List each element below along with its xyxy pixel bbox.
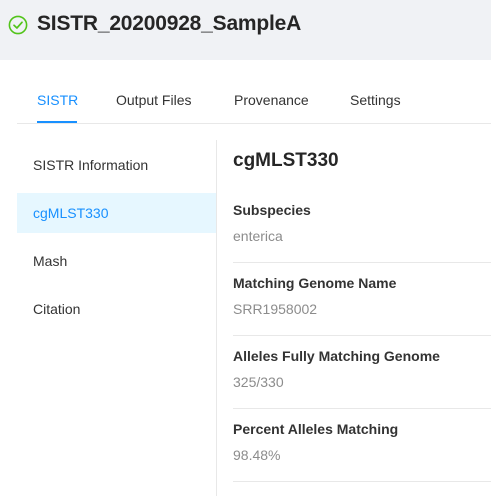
field-label: Subspecies — [233, 202, 311, 218]
check-circle-icon — [8, 15, 28, 35]
menu-item-citation[interactable]: Citation — [17, 289, 216, 329]
field-value: 98.48% — [233, 447, 281, 463]
section-title: cgMLST330 — [233, 150, 339, 171]
field-value: SRR1958002 — [233, 301, 318, 317]
tab-sistr[interactable]: SISTR — [37, 92, 78, 108]
field-subspecies: Subspecies enterica — [233, 190, 491, 263]
menu-item-cgmlst330[interactable]: cgMLST330 — [17, 193, 216, 233]
main-panel: SISTR Output Files Provenance Settings S… — [0, 60, 491, 496]
content-area: cgMLST330 Subspecies enterica Matching G… — [233, 140, 491, 496]
menu-item-sistr-information[interactable]: SISTR Information — [17, 145, 216, 185]
active-tab-indicator — [37, 121, 77, 123]
menu-item-mash[interactable]: Mash — [17, 241, 216, 281]
field-percent-alleles-matching: Percent Alleles Matching 98.48% — [233, 409, 491, 482]
field-label: Matching Genome Name — [233, 275, 397, 291]
tab-provenance[interactable]: Provenance — [234, 92, 309, 108]
page-title: SISTR_20200928_SampleA — [37, 12, 302, 35]
field-value: 325/330 — [233, 374, 284, 390]
field-matching-genome-name: Matching Genome Name SRR1958002 — [233, 263, 491, 336]
field-value: enterica — [233, 228, 283, 244]
side-menu: SISTR Information cgMLST330 Mash Citatio… — [17, 140, 217, 496]
page-header: SISTR_20200928_SampleA — [0, 0, 491, 60]
tab-output-files[interactable]: Output Files — [116, 92, 191, 108]
field-alleles-fully-matching-genome: Alleles Fully Matching Genome 325/330 — [233, 336, 491, 409]
field-label: Alleles Fully Matching Genome — [233, 348, 440, 364]
field-label: Percent Alleles Matching — [233, 421, 399, 437]
tab-bar: SISTR Output Files Provenance Settings — [17, 60, 491, 124]
tab-settings[interactable]: Settings — [350, 92, 401, 108]
